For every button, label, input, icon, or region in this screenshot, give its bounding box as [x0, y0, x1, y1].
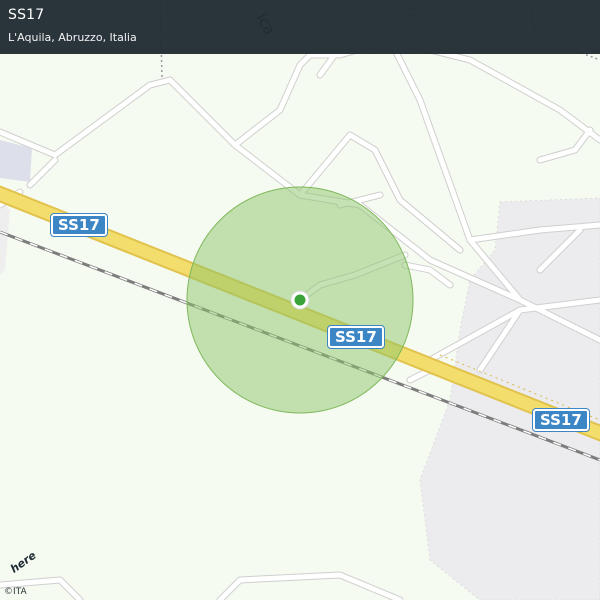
built-area-northwest: [0, 200, 10, 275]
map-canvas[interactable]: ica: [0, 0, 600, 600]
location-subtitle: L'Aquila, Abruzzo, Italia: [8, 31, 137, 44]
location-header: SS17 L'Aquila, Abruzzo, Italia: [0, 0, 600, 54]
road-shield-ss17: SS17: [50, 213, 108, 237]
map-layer: ica: [0, 0, 600, 600]
location-dot[interactable]: [294, 294, 306, 306]
road-shield-ss17: SS17: [327, 325, 385, 349]
copyright-text: ©ITA: [4, 587, 27, 597]
location-title: SS17: [8, 7, 45, 23]
road-shield-ss17: SS17: [532, 408, 590, 432]
